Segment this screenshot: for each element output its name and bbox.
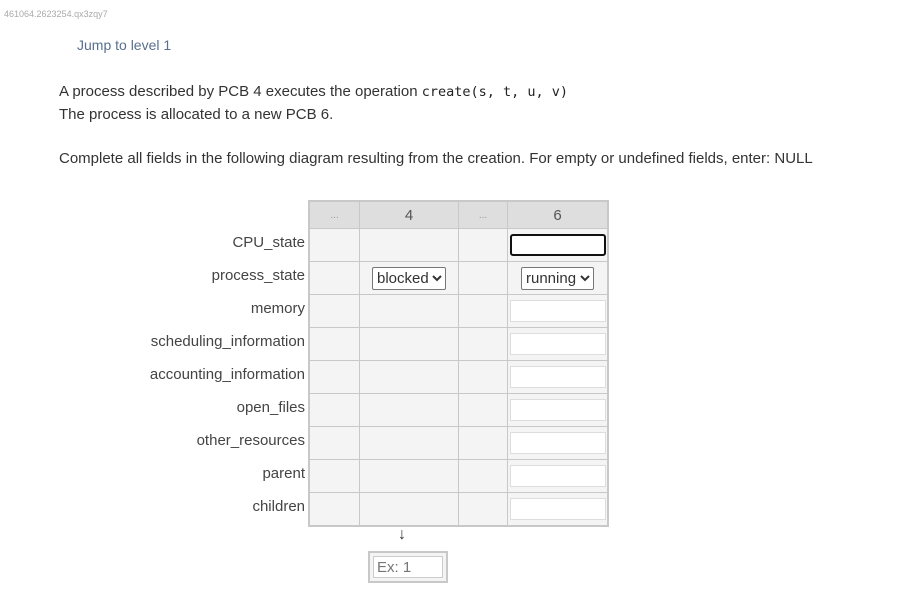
- pcb6-cpu-state-input[interactable]: [509, 234, 606, 256]
- row-label: open_files: [236, 399, 305, 416]
- column-header-pcb6: 6: [507, 200, 609, 229]
- row-label: memory: [250, 300, 305, 317]
- pcb4-children-input[interactable]: [373, 556, 443, 578]
- operation-code: create(s, t, u, v): [421, 84, 569, 100]
- pcb-diagram: ... 4 ... 6 blocked running: [308, 200, 609, 527]
- pcb4-children-box: [368, 551, 448, 583]
- problem-line-1: A process described by PCB 4 executes th…: [59, 83, 568, 100]
- problem-line-2: The process is allocated to a new PCB 6.: [59, 106, 334, 123]
- jump-to-level-link[interactable]: Jump to level 1: [77, 37, 171, 53]
- row-label: CPU_state: [232, 234, 305, 251]
- pcb6-accounting-input[interactable]: [509, 366, 606, 388]
- column-header: ...: [458, 200, 508, 229]
- pcb6-children-input[interactable]: [509, 498, 606, 520]
- down-arrow-icon: ↓: [398, 526, 406, 543]
- pcb6-scheduling-input[interactable]: [509, 333, 606, 355]
- pcb6-open-files-input[interactable]: [509, 399, 606, 421]
- row-label: children: [252, 498, 305, 515]
- pcb6-process-state-select[interactable]: running: [521, 266, 594, 290]
- pcb6-memory-input[interactable]: [509, 300, 606, 322]
- row-label: other_resources: [196, 432, 305, 449]
- column-header-pcb4: 4: [359, 200, 459, 229]
- column-header: ...: [308, 200, 360, 229]
- pcb6-parent-input[interactable]: [509, 465, 606, 487]
- row-label: accounting_information: [149, 366, 305, 383]
- row-label: scheduling_information: [150, 333, 305, 350]
- row-label: process_state: [211, 267, 305, 284]
- pcb6-other-resources-input[interactable]: [509, 432, 606, 454]
- pcb4-process-state-select[interactable]: blocked: [372, 266, 446, 290]
- question-id: 461064.2623254.qx3zqy7: [4, 9, 108, 19]
- instructions: Complete all fields in the following dia…: [59, 150, 813, 167]
- line1-text: A process described by PCB 4 executes th…: [59, 83, 422, 100]
- row-label: parent: [262, 465, 305, 482]
